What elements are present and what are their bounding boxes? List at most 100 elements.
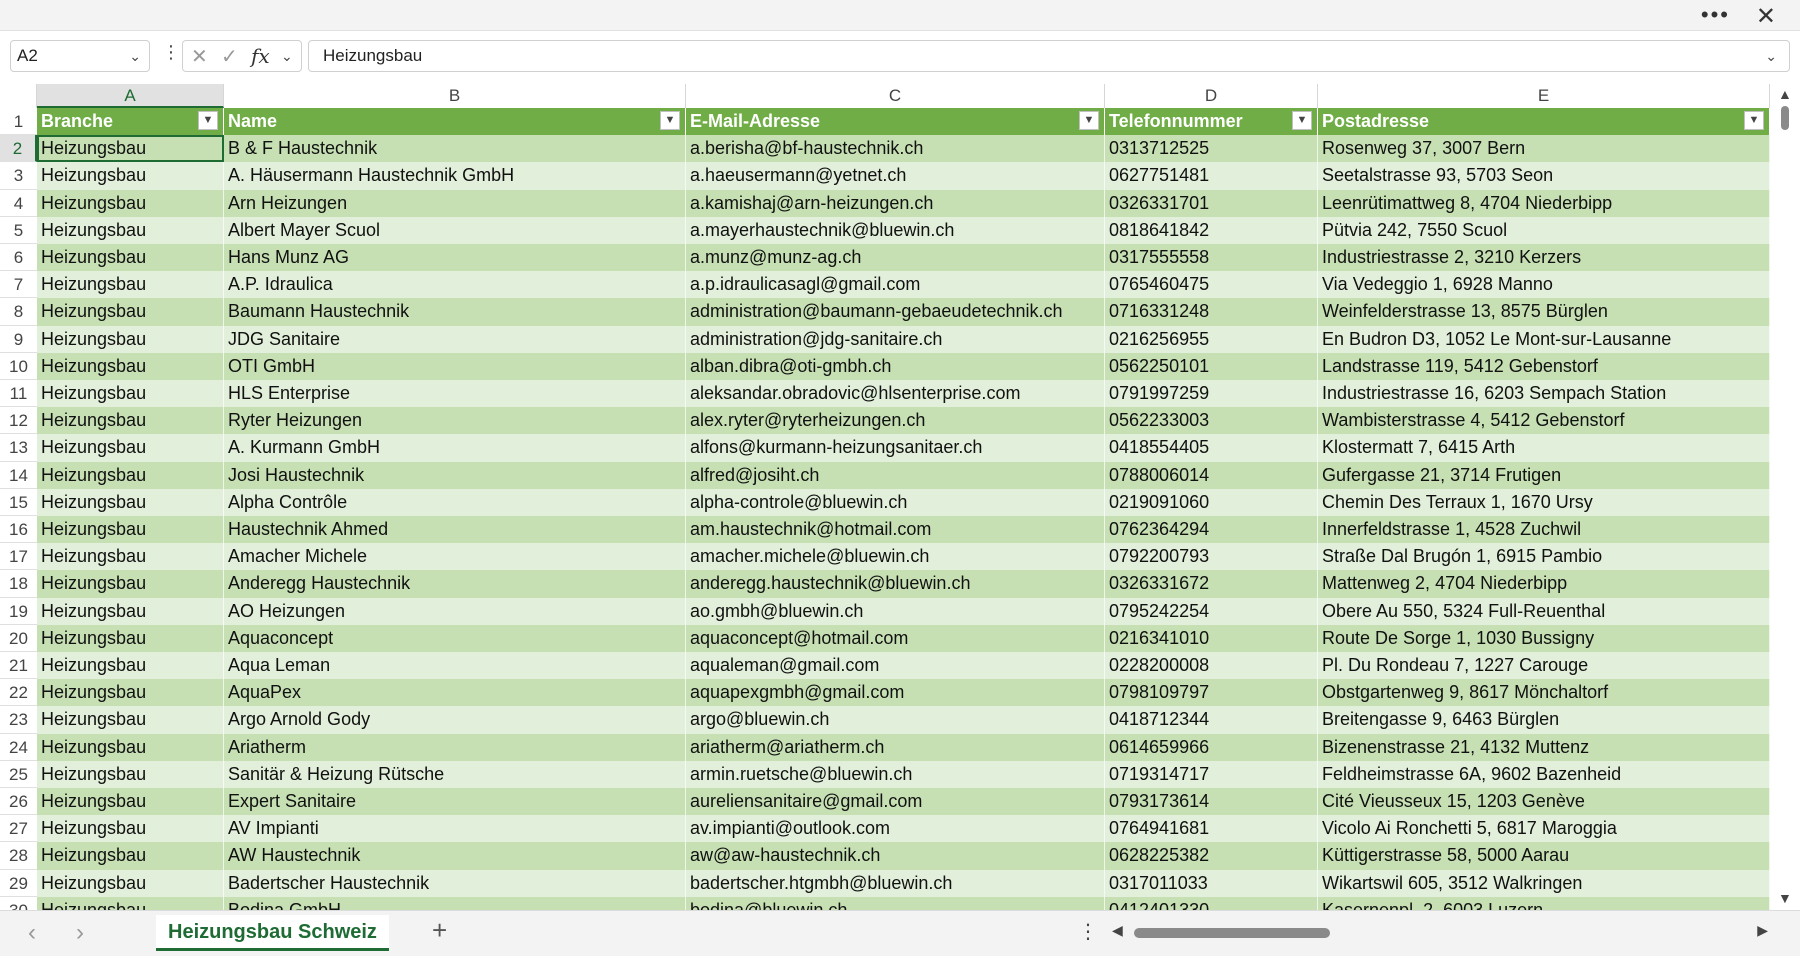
table-cell-email[interactable]: alfred@josiht.ch <box>686 461 1105 489</box>
close-icon[interactable]: ✕ <box>1756 2 1776 31</box>
table-cell-address[interactable]: Vicolo Ai Ronchetti 5, 6817 Maroggia <box>1318 815 1770 843</box>
table-cell-branche[interactable]: Heizungsbau <box>37 869 224 897</box>
table-cell-email[interactable]: administration@baumann-gebaeudetechnik.c… <box>686 298 1105 326</box>
table-header-cell[interactable]: Name ▼ <box>224 108 686 136</box>
table-cell-email[interactable]: badertscher.htgmbh@bluewin.ch <box>686 869 1105 897</box>
row-header[interactable]: 16 <box>0 516 37 544</box>
table-cell-name[interactable]: HLS Enterprise <box>224 380 686 408</box>
table-cell-email[interactable]: alex.ryter@ryterheizungen.ch <box>686 407 1105 435</box>
table-cell-phone[interactable]: 0317011033 <box>1105 869 1318 897</box>
spreadsheet-grid[interactable]: A B C D E 1 Branche ▼ Name ▼ E-Mail-Adresse ▼ Telefo… <box>0 84 1770 910</box>
horizontal-scroll-thumb[interactable] <box>1134 928 1330 938</box>
table-cell-phone[interactable]: 0412401330 <box>1105 896 1318 910</box>
table-cell-email[interactable]: am.haustechnik@hotmail.com <box>686 516 1105 544</box>
table-cell-name[interactable]: Hans Munz AG <box>224 244 686 272</box>
table-cell-branche[interactable]: Heizungsbau <box>37 896 224 910</box>
table-cell-name[interactable]: Amacher Michele <box>224 543 686 571</box>
column-header-c[interactable]: C <box>686 84 1105 108</box>
formula-input[interactable]: Heizungsbau ⌄ <box>308 40 1790 72</box>
table-cell-branche[interactable]: Heizungsbau <box>37 733 224 761</box>
row-header[interactable]: 3 <box>0 162 37 190</box>
table-cell-phone[interactable]: 0228200008 <box>1105 652 1318 680</box>
table-cell-email[interactable]: aqualeman@gmail.com <box>686 652 1105 680</box>
table-cell-branche[interactable]: Heizungsbau <box>37 216 224 244</box>
table-cell-address[interactable]: Obere Au 550, 5324 Full-Reuenthal <box>1318 597 1770 625</box>
row-header[interactable]: 23 <box>0 706 37 734</box>
table-cell-address[interactable]: Seetalstrasse 93, 5703 Seon <box>1318 162 1770 190</box>
table-cell-branche[interactable]: Heizungsbau <box>37 244 224 272</box>
table-cell-name[interactable]: OTI GmbH <box>224 352 686 380</box>
table-cell-name[interactable]: A.P. Idraulica <box>224 271 686 299</box>
table-cell-branche[interactable]: Heizungsbau <box>37 570 224 598</box>
table-cell-email[interactable]: alpha-controle@bluewin.ch <box>686 488 1105 516</box>
table-cell-address[interactable]: Gufergasse 21, 3714 Frutigen <box>1318 461 1770 489</box>
table-cell-address[interactable]: Wambisterstrasse 4, 5412 Gebenstorf <box>1318 407 1770 435</box>
row-header[interactable]: 17 <box>0 543 37 571</box>
table-cell-email[interactable]: a.mayerhaustechnik@bluewin.ch <box>686 216 1105 244</box>
table-cell-phone[interactable]: 0219091060 <box>1105 488 1318 516</box>
table-cell-name[interactable]: A. Kurmann GmbH <box>224 434 686 462</box>
table-cell-phone[interactable]: 0418554405 <box>1105 434 1318 462</box>
table-cell-email[interactable]: aquaconcept@hotmail.com <box>686 624 1105 652</box>
table-cell-name[interactable]: B & F Haustechnik <box>224 135 686 163</box>
table-cell-phone[interactable]: 0762364294 <box>1105 516 1318 544</box>
table-cell-email[interactable]: alban.dibra@oti-gmbh.ch <box>686 352 1105 380</box>
row-header[interactable]: 25 <box>0 760 37 788</box>
filter-dropdown-icon[interactable]: ▼ <box>1292 111 1312 130</box>
table-cell-name[interactable]: Badertscher Haustechnik <box>224 869 686 897</box>
row-header[interactable]: 5 <box>0 216 37 244</box>
row-header[interactable]: 1 <box>0 108 37 136</box>
table-cell-phone[interactable]: 0562250101 <box>1105 352 1318 380</box>
filter-dropdown-icon[interactable]: ▼ <box>660 111 680 130</box>
table-cell-email[interactable]: aquapexgmbh@gmail.com <box>686 679 1105 707</box>
table-cell-branche[interactable]: Heizungsbau <box>37 815 224 843</box>
table-cell-branche[interactable]: Heizungsbau <box>37 352 224 380</box>
table-cell-email[interactable]: aw@aw-haustechnik.ch <box>686 842 1105 870</box>
row-header[interactable]: 19 <box>0 597 37 625</box>
table-cell-address[interactable]: Rosenweg 37, 3007 Bern <box>1318 135 1770 163</box>
table-cell-address[interactable]: Feldheimstrasse 6A, 9602 Bazenheid <box>1318 760 1770 788</box>
table-cell-address[interactable]: Obstgartenweg 9, 8617 Mönchaltorf <box>1318 679 1770 707</box>
table-cell-name[interactable]: Expert Sanitaire <box>224 788 686 816</box>
table-cell-phone[interactable]: 0765460475 <box>1105 271 1318 299</box>
table-cell-name[interactable]: Baumann Haustechnik <box>224 298 686 326</box>
select-all-corner[interactable] <box>0 84 37 108</box>
table-cell-name[interactable]: AO Heizungen <box>224 597 686 625</box>
table-cell-email[interactable]: argo@bluewin.ch <box>686 706 1105 734</box>
row-header[interactable]: 11 <box>0 380 37 408</box>
fx-icon[interactable]: fx <box>251 44 270 68</box>
table-cell-email[interactable]: a.munz@munz-ag.ch <box>686 244 1105 272</box>
table-cell-branche[interactable]: Heizungsbau <box>37 624 224 652</box>
row-header[interactable]: 21 <box>0 652 37 680</box>
vertical-scroll-thumb[interactable] <box>1781 106 1789 130</box>
table-cell-phone[interactable]: 0798109797 <box>1105 679 1318 707</box>
table-cell-email[interactable]: aleksandar.obradovic@hlsenterprise.com <box>686 380 1105 408</box>
vertical-scrollbar[interactable]: ▲ ▼ <box>1770 84 1800 910</box>
row-header[interactable]: 6 <box>0 244 37 272</box>
row-header[interactable]: 9 <box>0 325 37 353</box>
table-cell-branche[interactable]: Heizungsbau <box>37 325 224 353</box>
table-cell-phone[interactable]: 0788006014 <box>1105 461 1318 489</box>
table-cell-address[interactable]: Küttigerstrasse 58, 5000 Aarau <box>1318 842 1770 870</box>
table-cell-email[interactable]: anderegg.haustechnik@bluewin.ch <box>686 570 1105 598</box>
horizontal-scrollbar[interactable]: ◀ ▶ <box>1110 922 1770 941</box>
vertical-dots-icon[interactable]: ⋮ <box>1078 919 1098 944</box>
table-cell-email[interactable]: a.p.idraulicasagl@gmail.com <box>686 271 1105 299</box>
table-cell-name[interactable]: AW Haustechnik <box>224 842 686 870</box>
table-cell-branche[interactable]: Heizungsbau <box>37 543 224 571</box>
table-cell-address[interactable]: Breitengasse 9, 6463 Bürglen <box>1318 706 1770 734</box>
active-cell-selection[interactable] <box>37 135 224 163</box>
table-cell-phone[interactable]: 0562233003 <box>1105 407 1318 435</box>
table-cell-branche[interactable]: Heizungsbau <box>37 162 224 190</box>
name-box[interactable]: A2 ⌄ <box>10 40 150 72</box>
row-header[interactable]: 2 <box>0 135 37 163</box>
previous-sheet-icon[interactable]: ‹ <box>28 919 36 947</box>
filter-dropdown-icon[interactable]: ▼ <box>198 111 218 130</box>
row-header[interactable]: 29 <box>0 869 37 897</box>
table-cell-name[interactable]: Ryter Heizungen <box>224 407 686 435</box>
add-sheet-button[interactable]: + <box>432 915 447 946</box>
row-header[interactable]: 15 <box>0 488 37 516</box>
next-sheet-icon[interactable]: › <box>76 919 84 947</box>
scroll-right-icon[interactable]: ▶ <box>1757 922 1768 939</box>
row-header[interactable]: 18 <box>0 570 37 598</box>
